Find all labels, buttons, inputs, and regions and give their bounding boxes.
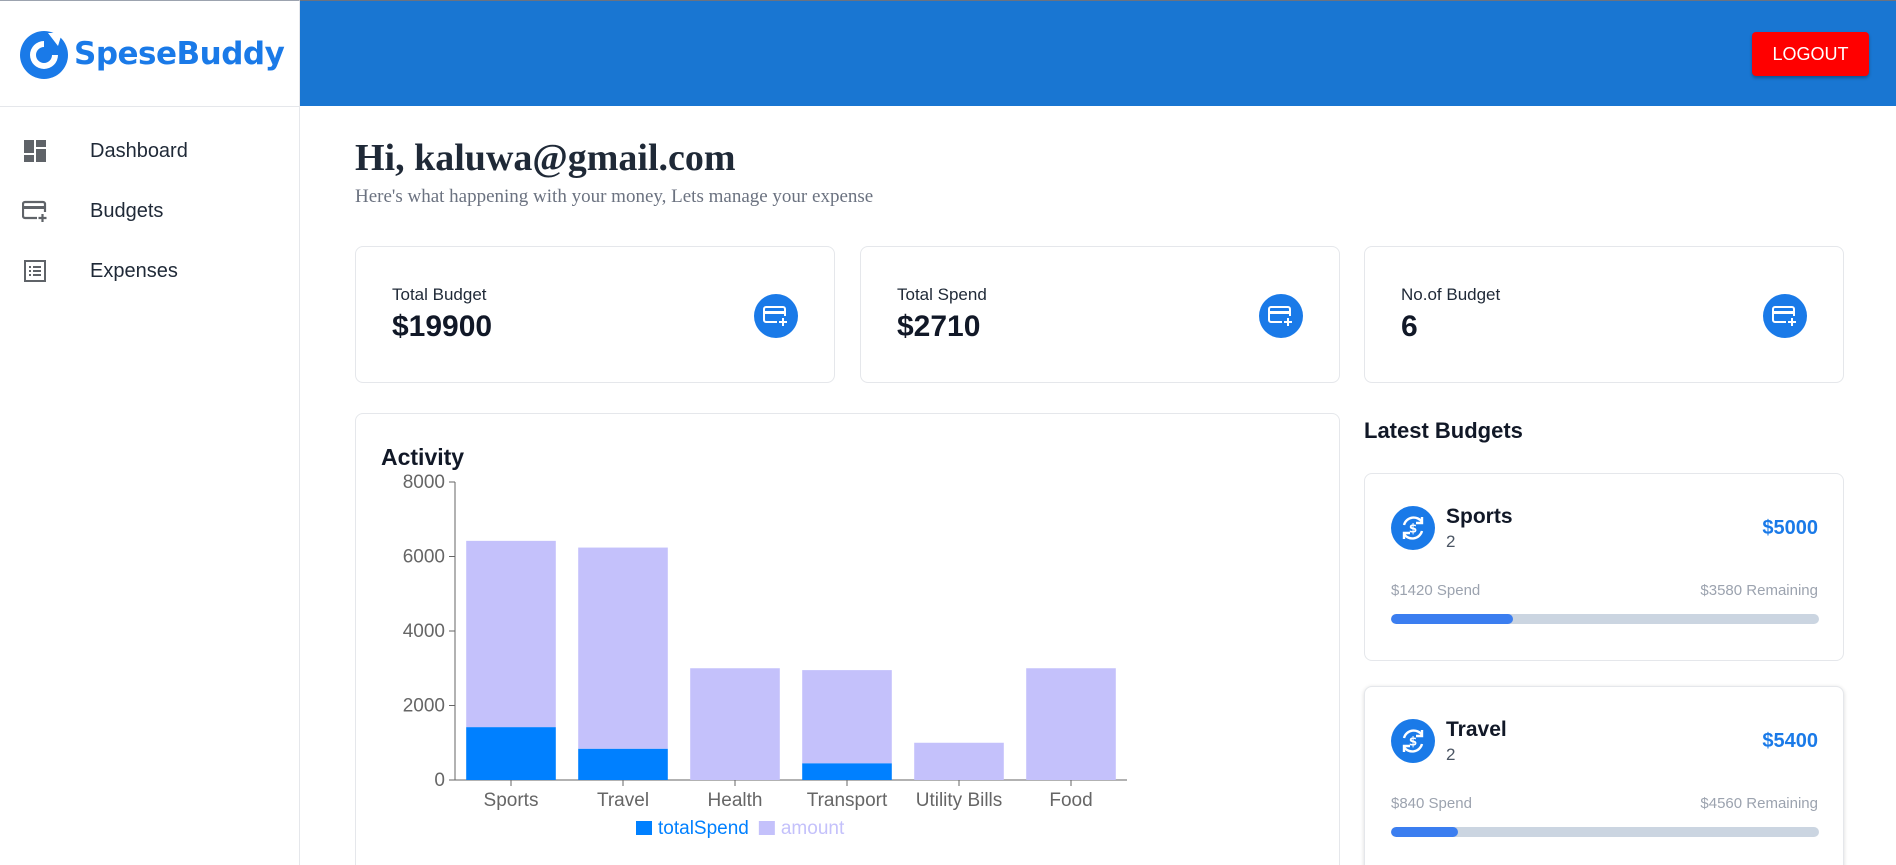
stat-label: Total Spend xyxy=(897,285,987,304)
bar-amount xyxy=(914,742,1004,780)
stat-label: No.of Budget xyxy=(1401,285,1501,304)
bar-totalSpend xyxy=(466,727,556,780)
latest-budgets-title: Latest Budgets xyxy=(1364,418,1523,443)
stat-card-total-spend: Total Spend $2710 xyxy=(860,246,1340,383)
sidebar-item-label: Budgets xyxy=(90,199,164,222)
budget-amount: $5000 xyxy=(1762,517,1818,539)
stat-value: 6 xyxy=(1401,310,1418,343)
credit-card-add-icon xyxy=(1763,294,1807,338)
bar-amount xyxy=(578,547,668,749)
sidebar-item-label: Dashboard xyxy=(90,139,188,162)
y-tick-label: 4000 xyxy=(403,621,445,642)
top-bar: LOGOUT xyxy=(300,0,1896,106)
legend-swatch xyxy=(758,821,775,835)
x-tick-label: Sports xyxy=(484,790,539,811)
budget-card-travel[interactable]: $ Travel 2 $5400 $840 Spend $4560 Remain… xyxy=(1364,686,1844,865)
y-tick-label: 8000 xyxy=(403,472,445,493)
budget-item-count: 2 xyxy=(1446,532,1456,551)
budget-progress-fill xyxy=(1391,827,1458,837)
sidebar: SpeseBuddy Dashboard Budgets Expenses xyxy=(0,0,300,865)
budget-name: Sports xyxy=(1446,505,1513,528)
x-tick-label: Transport xyxy=(807,790,888,811)
budget-progress-fill xyxy=(1391,614,1513,624)
budget-amount: $5400 xyxy=(1762,730,1818,752)
logout-button[interactable]: LOGOUT xyxy=(1752,32,1869,76)
budget-progress-bar xyxy=(1391,614,1819,624)
bar-totalSpend xyxy=(802,763,892,780)
budget-name: Travel xyxy=(1446,718,1507,741)
budget-spend: $840 Spend xyxy=(1391,795,1472,812)
stat-value: $2710 xyxy=(897,310,981,343)
page-subtitle: Here's what happening with your money, L… xyxy=(355,186,874,207)
sidebar-item-dashboard[interactable]: Dashboard xyxy=(0,121,299,181)
x-tick-label: Food xyxy=(1049,790,1092,811)
bar-amount xyxy=(466,540,556,728)
page-title: Hi, kaluwa@gmail.com xyxy=(355,137,736,179)
budget-progress-bar xyxy=(1391,827,1819,837)
legend-label: totalSpend xyxy=(658,818,749,839)
budget-spend: $1420 Spend xyxy=(1391,582,1481,599)
x-tick-label: Travel xyxy=(597,790,649,811)
stat-label: Total Budget xyxy=(392,285,487,304)
currency-exchange-icon: $ xyxy=(1391,506,1435,550)
legend-label: amount xyxy=(781,818,845,839)
stat-card-budget-count: No.of Budget 6 xyxy=(1364,246,1844,383)
stat-card-total-budget: Total Budget $19900 xyxy=(355,246,835,383)
legend-swatch xyxy=(636,821,652,835)
dashboard-icon xyxy=(22,138,48,164)
list-icon xyxy=(22,258,48,284)
svg-text:$: $ xyxy=(1409,522,1417,536)
budget-remaining: $3580 Remaining xyxy=(1700,582,1818,599)
sidebar-nav: Dashboard Budgets Expenses xyxy=(0,107,299,301)
bar-amount xyxy=(1026,668,1116,780)
sidebar-item-budgets[interactable]: Budgets xyxy=(0,181,299,241)
stat-value: $19900 xyxy=(392,310,493,343)
credit-card-add-icon xyxy=(754,294,798,338)
x-tick-label: Health xyxy=(708,790,763,811)
y-tick-label: 0 xyxy=(434,770,445,791)
bar-amount xyxy=(802,670,892,764)
budget-card-sports[interactable]: $ Sports 2 $5000 $1420 Spend $3580 Remai… xyxy=(1364,473,1844,661)
activity-chart: 0 2000 4000 6000 8000 Sports Travel Health Trans… xyxy=(403,472,1127,839)
credit-card-add-icon xyxy=(1259,294,1303,338)
app-name: SpeseBuddy xyxy=(74,35,285,72)
sidebar-item-label: Expenses xyxy=(90,259,178,282)
currency-exchange-icon: $ xyxy=(1391,719,1435,763)
y-tick-label: 2000 xyxy=(403,696,445,717)
budget-item-count: 2 xyxy=(1446,745,1456,764)
budget-card-icon xyxy=(22,198,48,224)
bar-amount xyxy=(690,668,780,780)
x-tick-label: Utility Bills xyxy=(916,790,1003,811)
app-logo[interactable]: SpeseBuddy xyxy=(0,1,299,107)
activity-panel: Activity 0 2000 4000 6000 8000 Sports Travel He… xyxy=(355,413,1340,865)
svg-text:$: $ xyxy=(1409,735,1417,749)
sidebar-item-expenses[interactable]: Expenses xyxy=(0,241,299,301)
bar-totalSpend xyxy=(578,748,668,780)
y-tick-label: 6000 xyxy=(403,547,445,568)
logo-icon xyxy=(18,28,70,80)
budget-remaining: $4560 Remaining xyxy=(1700,795,1818,812)
